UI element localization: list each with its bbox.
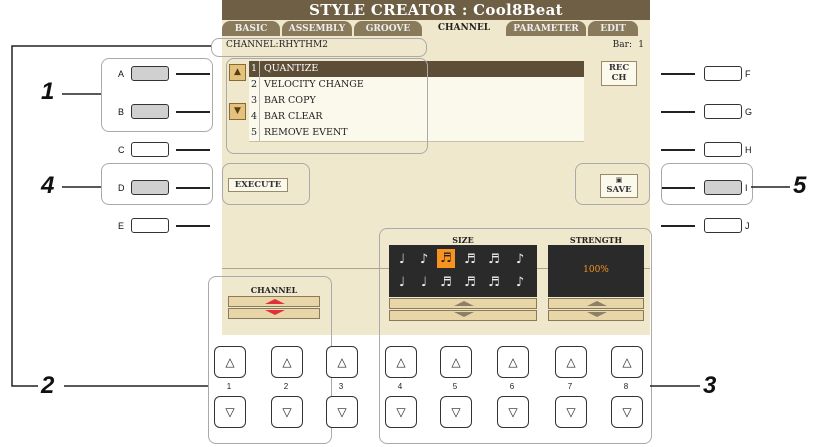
callout-number: 2 — [41, 372, 55, 399]
callout-number: 4 — [41, 172, 55, 199]
callout-number: 1 — [41, 78, 55, 105]
callout-number: 5 — [793, 172, 807, 199]
callout-number: 3 — [703, 372, 717, 399]
